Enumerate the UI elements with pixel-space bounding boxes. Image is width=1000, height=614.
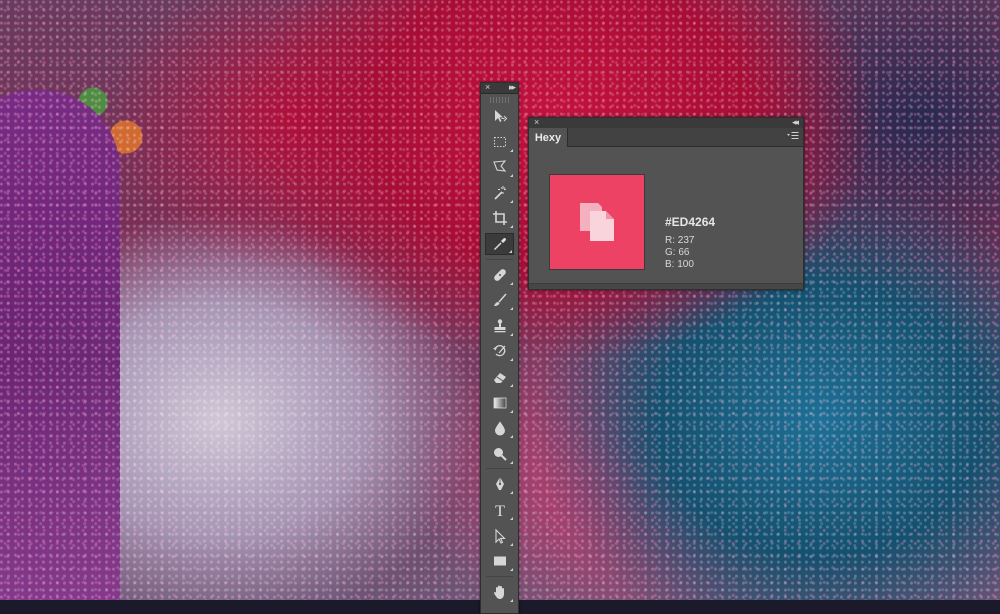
hex-value[interactable]: #ED4264 [665, 215, 715, 229]
tools-panel: × ▸▸ T [480, 82, 519, 614]
gradient-icon [493, 397, 506, 408]
magic-wand-icon [493, 185, 506, 200]
move-tool[interactable] [485, 105, 514, 127]
rgb-blue-value: B: 100 [665, 259, 694, 270]
crop-icon [492, 211, 507, 226]
type-tool[interactable]: T [485, 499, 514, 521]
stamp-icon [494, 319, 505, 333]
move-icon [494, 110, 507, 122]
hand-icon [493, 585, 504, 599]
rgb-green-value: G: 66 [665, 247, 690, 258]
blur-tool[interactable] [485, 417, 514, 439]
history-brush-tool[interactable] [485, 340, 514, 362]
toolbar-separator [486, 258, 513, 260]
hexy-panel-collapse-icon[interactable]: ◂◂ [792, 117, 799, 128]
rectangle-shape-icon [493, 556, 506, 566]
type-icon: T [495, 503, 505, 518]
svg-text:T: T [495, 503, 505, 518]
brush-icon [493, 293, 507, 307]
tools-panel-header[interactable]: × ▸▸ [481, 82, 518, 94]
dodge-tool[interactable] [485, 443, 514, 465]
pen-tool[interactable] [485, 473, 514, 495]
rectangle-tool[interactable] [485, 550, 514, 572]
color-swatch[interactable] [549, 174, 645, 270]
toolbar-separator [486, 468, 513, 470]
healing-brush-icon [493, 268, 506, 281]
hexy-panel-tab-bar: Hexy [529, 128, 803, 147]
brush-tool[interactable] [485, 289, 514, 311]
path-selection-icon [494, 528, 506, 544]
rectangular-marquee-tool[interactable] [485, 131, 514, 153]
tools-panel-close-icon[interactable]: × [485, 82, 490, 93]
marquee-icon [493, 136, 506, 147]
tab-hexy[interactable]: Hexy [529, 128, 568, 147]
rgb-red-value: R: 237 [665, 235, 695, 246]
eyedropper-tool[interactable] [485, 232, 514, 255]
clone-stamp-tool[interactable] [485, 315, 514, 337]
eraser-tool[interactable] [485, 366, 514, 388]
eraser-icon [493, 372, 506, 383]
hexy-panel: × ◂◂ Hexy #ED4264 R: 237 G: 66 B: 100 [528, 117, 804, 290]
lasso-icon [492, 160, 506, 172]
pen-icon [495, 477, 504, 491]
panel-menu-button[interactable] [787, 131, 799, 141]
crop-tool[interactable] [485, 207, 514, 229]
hexy-panel-footer [529, 283, 803, 289]
eyedropper-icon [493, 238, 506, 250]
copy-documents-icon [580, 203, 614, 241]
lasso-tool[interactable] [485, 156, 514, 178]
tools-panel-grip[interactable] [490, 97, 509, 103]
dodge-icon [493, 447, 507, 461]
hand-tool[interactable] [485, 581, 514, 603]
gradient-tool[interactable] [485, 392, 514, 414]
hexy-panel-header[interactable]: × ◂◂ [529, 117, 803, 128]
hexy-panel-body: #ED4264 R: 237 G: 66 B: 100 [529, 147, 803, 287]
hexy-panel-close-icon[interactable]: × [534, 117, 539, 128]
toolbar-separator [486, 575, 513, 577]
history-brush-icon [492, 345, 505, 357]
panel-menu-icon [787, 132, 799, 139]
tools-panel-collapse-icon[interactable]: ▸▸ [509, 82, 516, 93]
path-selection-tool[interactable] [485, 525, 514, 547]
spot-healing-brush-tool[interactable] [485, 264, 514, 286]
blur-icon [494, 421, 505, 436]
magic-wand-tool[interactable] [485, 182, 514, 204]
